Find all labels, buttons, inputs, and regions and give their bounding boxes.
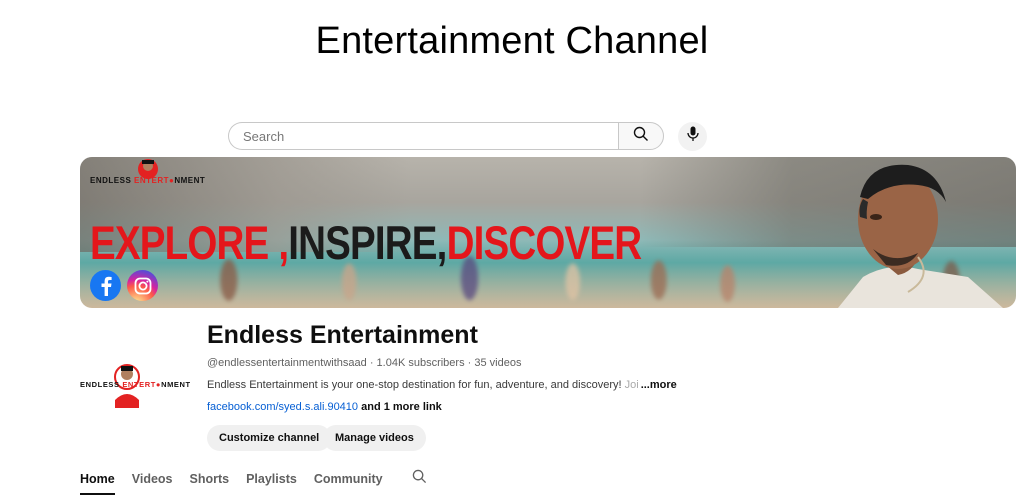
- manage-videos-button[interactable]: Manage videos: [323, 425, 426, 451]
- tab-videos[interactable]: Videos: [132, 472, 173, 486]
- avatar-logo-text: ENDLESS ENTERT●NMENT: [80, 380, 191, 389]
- banner-logo: ENDLESS ENTERT●NMENT: [90, 159, 220, 189]
- slogan-inspire: INSPIRE,: [288, 216, 447, 269]
- tab-playlists[interactable]: Playlists: [246, 472, 297, 486]
- description-more-link[interactable]: ...more: [641, 379, 677, 391]
- search-button[interactable]: [618, 122, 664, 150]
- tab-home[interactable]: Home: [80, 472, 115, 495]
- channel-description[interactable]: Endless Entertainment is your one-stop d…: [207, 379, 677, 391]
- channel-meta: @endlessentertainmentwithsaad · 1.04K su…: [207, 357, 522, 369]
- page-title: Entertainment Channel: [315, 20, 709, 62]
- banner-logo-text: ENDLESS ENTERT●NMENT: [90, 176, 206, 185]
- slogan-explore: EXPLORE ,: [90, 216, 289, 269]
- search-field[interactable]: [228, 122, 618, 150]
- description-fade-text: Joi: [624, 379, 639, 391]
- tab-shorts[interactable]: Shorts: [190, 472, 230, 486]
- channel-banner: ENDLESS ENTERT●NMENT EXPLORE ,INSPIRE,DI…: [80, 157, 1016, 308]
- banner-slogan: EXPLORE ,INSPIRE,DISCOVER: [90, 215, 643, 270]
- more-links-link[interactable]: and 1 more link: [358, 401, 442, 413]
- description-text: Endless Entertainment is your one-stop d…: [207, 379, 625, 391]
- social-icons: [90, 270, 158, 301]
- voice-search-button[interactable]: [678, 122, 707, 151]
- mic-icon: [686, 126, 699, 147]
- slogan-discover: DISCOVER: [446, 216, 643, 269]
- search-input[interactable]: [241, 127, 605, 145]
- channel-links: facebook.com/syed.s.ali.90410 and 1 more…: [207, 401, 442, 413]
- facebook-icon[interactable]: [90, 270, 121, 301]
- channel-search-icon[interactable]: [412, 469, 427, 489]
- channel-tabs: Home Videos Shorts Playlists Community: [80, 469, 427, 495]
- channel-name: Endless Entertainment: [207, 321, 478, 349]
- banner-person-image: [768, 157, 1016, 308]
- instagram-icon[interactable]: [127, 270, 158, 301]
- facebook-link[interactable]: facebook.com/syed.s.ali.90410: [207, 401, 358, 413]
- search-bar: [228, 121, 664, 151]
- search-icon: [633, 126, 649, 147]
- tab-community[interactable]: Community: [314, 472, 383, 486]
- customize-channel-button[interactable]: Customize channel: [207, 425, 332, 451]
- channel-avatar[interactable]: ENDLESS ENTERT●NMENT: [80, 360, 196, 412]
